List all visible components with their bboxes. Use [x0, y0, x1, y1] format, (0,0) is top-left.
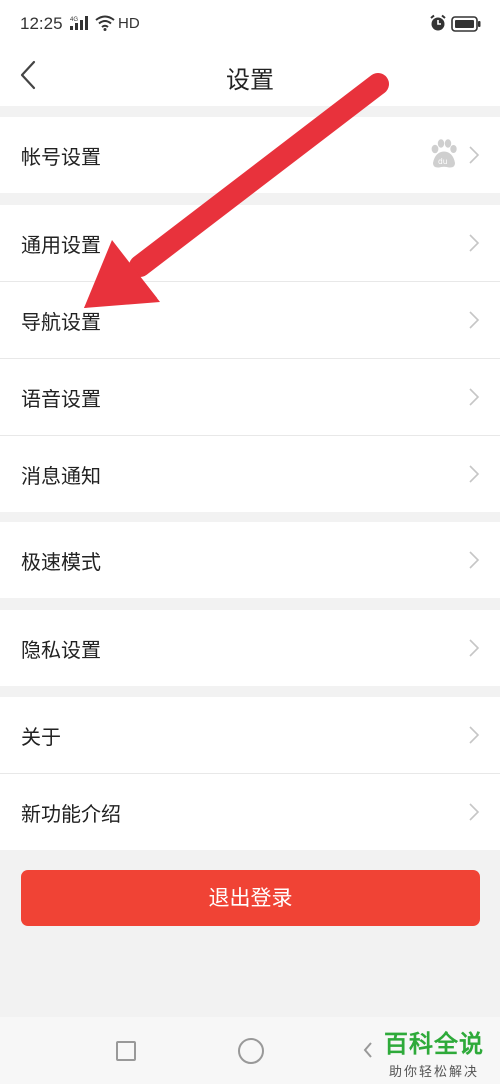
- settings-group-privacy: 隐私设置: [0, 610, 500, 686]
- svg-text:du: du: [438, 157, 448, 166]
- settings-item-label: 极速模式: [21, 550, 101, 574]
- settings-item-label: 通用设置: [21, 233, 101, 257]
- chevron-right-icon: [469, 803, 480, 821]
- settings-item-notifications[interactable]: 消息通知: [0, 436, 500, 512]
- wifi-icon: [95, 15, 115, 36]
- settings-item-label: 导航设置: [21, 310, 101, 334]
- hd-indicator: HD: [118, 15, 140, 32]
- status-bar: 12:25 4G HD: [0, 0, 500, 46]
- chevron-right-icon: [469, 234, 480, 252]
- chevron-right-icon: [469, 388, 480, 406]
- baidu-paw-icon: du: [426, 137, 460, 171]
- settings-item-privacy[interactable]: 隐私设置: [0, 610, 500, 686]
- battery-icon: [451, 16, 481, 37]
- settings-item-general[interactable]: 通用设置: [0, 205, 500, 282]
- chevron-right-icon: [469, 311, 480, 329]
- settings-item-label: 帐号设置: [21, 145, 101, 169]
- page-title: 设置: [226, 66, 274, 94]
- chevron-right-icon: [469, 465, 480, 483]
- logout-button[interactable]: 退出登录: [21, 870, 480, 926]
- settings-group-speed: 极速模式: [0, 522, 500, 598]
- settings-item-account[interactable]: 帐号设置 du: [0, 117, 500, 193]
- settings-group-general: 通用设置 导航设置 语音设置 消息通知: [0, 205, 500, 512]
- settings-item-voice[interactable]: 语音设置: [0, 359, 500, 436]
- settings-item-label: 消息通知: [21, 464, 101, 488]
- watermark-subtitle: 助你轻松解决: [388, 1065, 479, 1080]
- settings-item-label: 关于: [21, 725, 61, 749]
- chevron-right-icon: [469, 551, 480, 569]
- settings-item-label: 新功能介绍: [21, 802, 121, 826]
- cell-signal-icon: 4G: [70, 15, 92, 36]
- settings-item-speed-mode[interactable]: 极速模式: [0, 522, 500, 598]
- nav-bar: 设置: [0, 46, 500, 106]
- chevron-right-icon: [469, 639, 480, 657]
- system-back-icon[interactable]: [362, 1041, 374, 1063]
- settings-item-about[interactable]: 关于: [0, 697, 500, 774]
- chevron-right-icon: [469, 146, 480, 164]
- settings-item-label: 隐私设置: [21, 638, 101, 662]
- recent-apps-icon[interactable]: [116, 1041, 136, 1061]
- settings-group-about: 关于 新功能介绍: [0, 697, 500, 850]
- settings-item-whats-new[interactable]: 新功能介绍: [0, 774, 500, 850]
- chevron-right-icon: [469, 726, 480, 744]
- watermark: 百科全说 助你轻松解决: [384, 1024, 484, 1080]
- watermark-title: 百科全说: [384, 1030, 484, 1058]
- settings-item-label: 语音设置: [21, 387, 101, 411]
- settings-item-navigation[interactable]: 导航设置: [0, 282, 500, 359]
- home-icon[interactable]: [238, 1038, 264, 1064]
- status-time: 12:25: [20, 14, 63, 33]
- alarm-icon: [429, 14, 447, 37]
- settings-group-account: 帐号设置 du: [0, 117, 500, 193]
- network-type: 4G: [70, 17, 78, 23]
